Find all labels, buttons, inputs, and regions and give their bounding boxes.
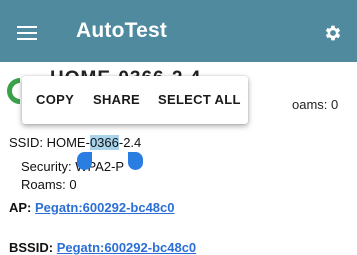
gear-icon[interactable]: [323, 23, 343, 43]
bssid-link[interactable]: Pegatn:600292-bc48c0: [57, 240, 196, 255]
hamburger-menu-icon[interactable]: [17, 26, 37, 40]
app-bar: AutoTest: [0, 0, 357, 62]
ap-link[interactable]: Pegatn:600292-bc48c0: [35, 200, 174, 215]
ssid-row: SSID: HOME-0366-2.4: [9, 135, 141, 150]
security-label: Security:: [21, 159, 72, 174]
security-row: Security: WPA2-P: [21, 159, 124, 174]
selection-start-handle[interactable]: [77, 152, 92, 170]
ssid-label: SSID:: [9, 135, 43, 150]
app-title: AutoTest: [76, 19, 168, 42]
roams-row: Roams: 0: [21, 177, 77, 192]
share-menu-item[interactable]: SHARE: [93, 92, 140, 107]
ssid-value-suffix[interactable]: -2.4: [119, 135, 141, 150]
selection-end-handle[interactable]: [128, 152, 143, 170]
select-all-menu-item[interactable]: SELECT ALL: [158, 92, 241, 107]
ssid-selected-text[interactable]: 0366: [89, 135, 119, 150]
bssid-label: BSSID:: [9, 240, 54, 255]
bssid-row: BSSID: Pegatn:600292-bc48c0: [9, 240, 196, 255]
network-details: HOME-0366-2.4 oams: 0 COPY SHARE SELECT …: [0, 62, 357, 255]
roams-label: Roams:: [21, 177, 66, 192]
text-selection-menu: COPY SHARE SELECT ALL: [22, 76, 248, 124]
roams-summary: oams: 0: [292, 97, 339, 112]
roams-value: 0: [69, 177, 77, 192]
ap-row: AP: Pegatn:600292-bc48c0: [9, 200, 175, 215]
ssid-value-prefix[interactable]: HOME-: [47, 135, 90, 150]
ap-label: AP:: [9, 200, 32, 215]
copy-menu-item[interactable]: COPY: [36, 92, 74, 107]
